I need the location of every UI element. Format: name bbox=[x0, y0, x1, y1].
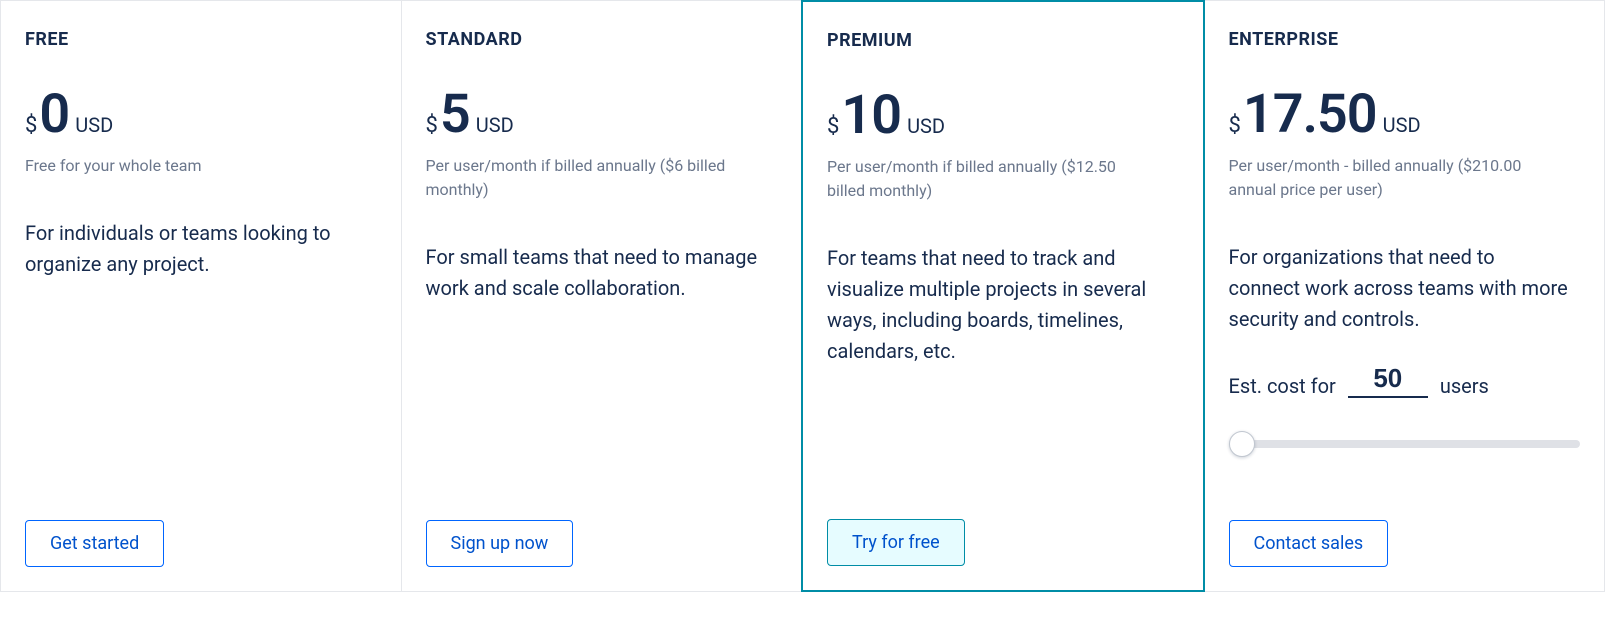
price-sub: Per user/month if billed annually ($12.5… bbox=[827, 155, 1147, 203]
plan-card-standard: STANDARD $ 5 USD Per user/month if bille… bbox=[402, 1, 803, 591]
slider-thumb[interactable] bbox=[1229, 431, 1255, 457]
plan-card-enterprise: ENTERPRISE $ 17.50 USD Per user/month - … bbox=[1205, 1, 1605, 591]
plan-desc: For teams that need to track and visuali… bbox=[827, 243, 1167, 367]
price-unit: USD bbox=[1383, 113, 1421, 137]
price-line: $ 17.50 USD bbox=[1229, 88, 1581, 142]
price-sub: Per user/month if billed annually ($6 bi… bbox=[426, 154, 746, 202]
price-currency: $ bbox=[25, 113, 37, 138]
slider-track bbox=[1237, 440, 1581, 448]
contact-sales-button[interactable]: Contact sales bbox=[1229, 520, 1389, 567]
plan-desc: For organizations that need to connect w… bbox=[1229, 242, 1569, 335]
price-amount: 17.50 bbox=[1243, 88, 1377, 142]
plan-name: FREE bbox=[25, 29, 377, 50]
plan-card-premium: PREMIUM $ 10 USD Per user/month if bille… bbox=[801, 0, 1205, 592]
pricing-table: FREE $ 0 USD Free for your whole team Fo… bbox=[0, 0, 1605, 592]
price-amount: 10 bbox=[841, 89, 901, 143]
est-suffix: users bbox=[1440, 374, 1489, 398]
price-line: $ 10 USD bbox=[827, 89, 1179, 143]
user-count-slider[interactable] bbox=[1229, 432, 1581, 456]
user-count-input[interactable] bbox=[1354, 363, 1422, 394]
est-input-wrap bbox=[1348, 363, 1428, 398]
price-currency: $ bbox=[1229, 113, 1241, 138]
try-for-free-button[interactable]: Try for free bbox=[827, 519, 965, 566]
price-amount: 0 bbox=[39, 88, 69, 142]
price-line: $ 0 USD bbox=[25, 88, 377, 142]
get-started-button[interactable]: Get started bbox=[25, 520, 164, 567]
sign-up-now-button[interactable]: Sign up now bbox=[426, 520, 574, 567]
price-unit: USD bbox=[476, 113, 514, 137]
card-bottom: Get started bbox=[25, 496, 377, 567]
price-sub: Per user/month - billed annually ($210.0… bbox=[1229, 154, 1549, 202]
plan-desc: For individuals or teams looking to orga… bbox=[25, 218, 365, 280]
price-amount: 5 bbox=[440, 88, 470, 142]
card-bottom: Contact sales bbox=[1229, 496, 1581, 567]
price-unit: USD bbox=[75, 113, 113, 137]
price-currency: $ bbox=[827, 114, 839, 139]
plan-name: STANDARD bbox=[426, 29, 778, 50]
plan-name: ENTERPRISE bbox=[1229, 29, 1581, 50]
price-currency: $ bbox=[426, 113, 438, 138]
price-sub: Free for your whole team bbox=[25, 154, 345, 178]
card-bottom: Try for free bbox=[827, 495, 1179, 566]
price-unit: USD bbox=[907, 114, 945, 138]
est-line: Est. cost for users bbox=[1229, 363, 1581, 398]
plan-desc: For small teams that need to manage work… bbox=[426, 242, 766, 304]
price-line: $ 5 USD bbox=[426, 88, 778, 142]
cost-estimator: Est. cost for users bbox=[1229, 363, 1581, 456]
card-bottom: Sign up now bbox=[426, 496, 778, 567]
plan-name: PREMIUM bbox=[827, 30, 1179, 51]
est-prefix: Est. cost for bbox=[1229, 374, 1336, 398]
plan-card-free: FREE $ 0 USD Free for your whole team Fo… bbox=[1, 1, 402, 591]
